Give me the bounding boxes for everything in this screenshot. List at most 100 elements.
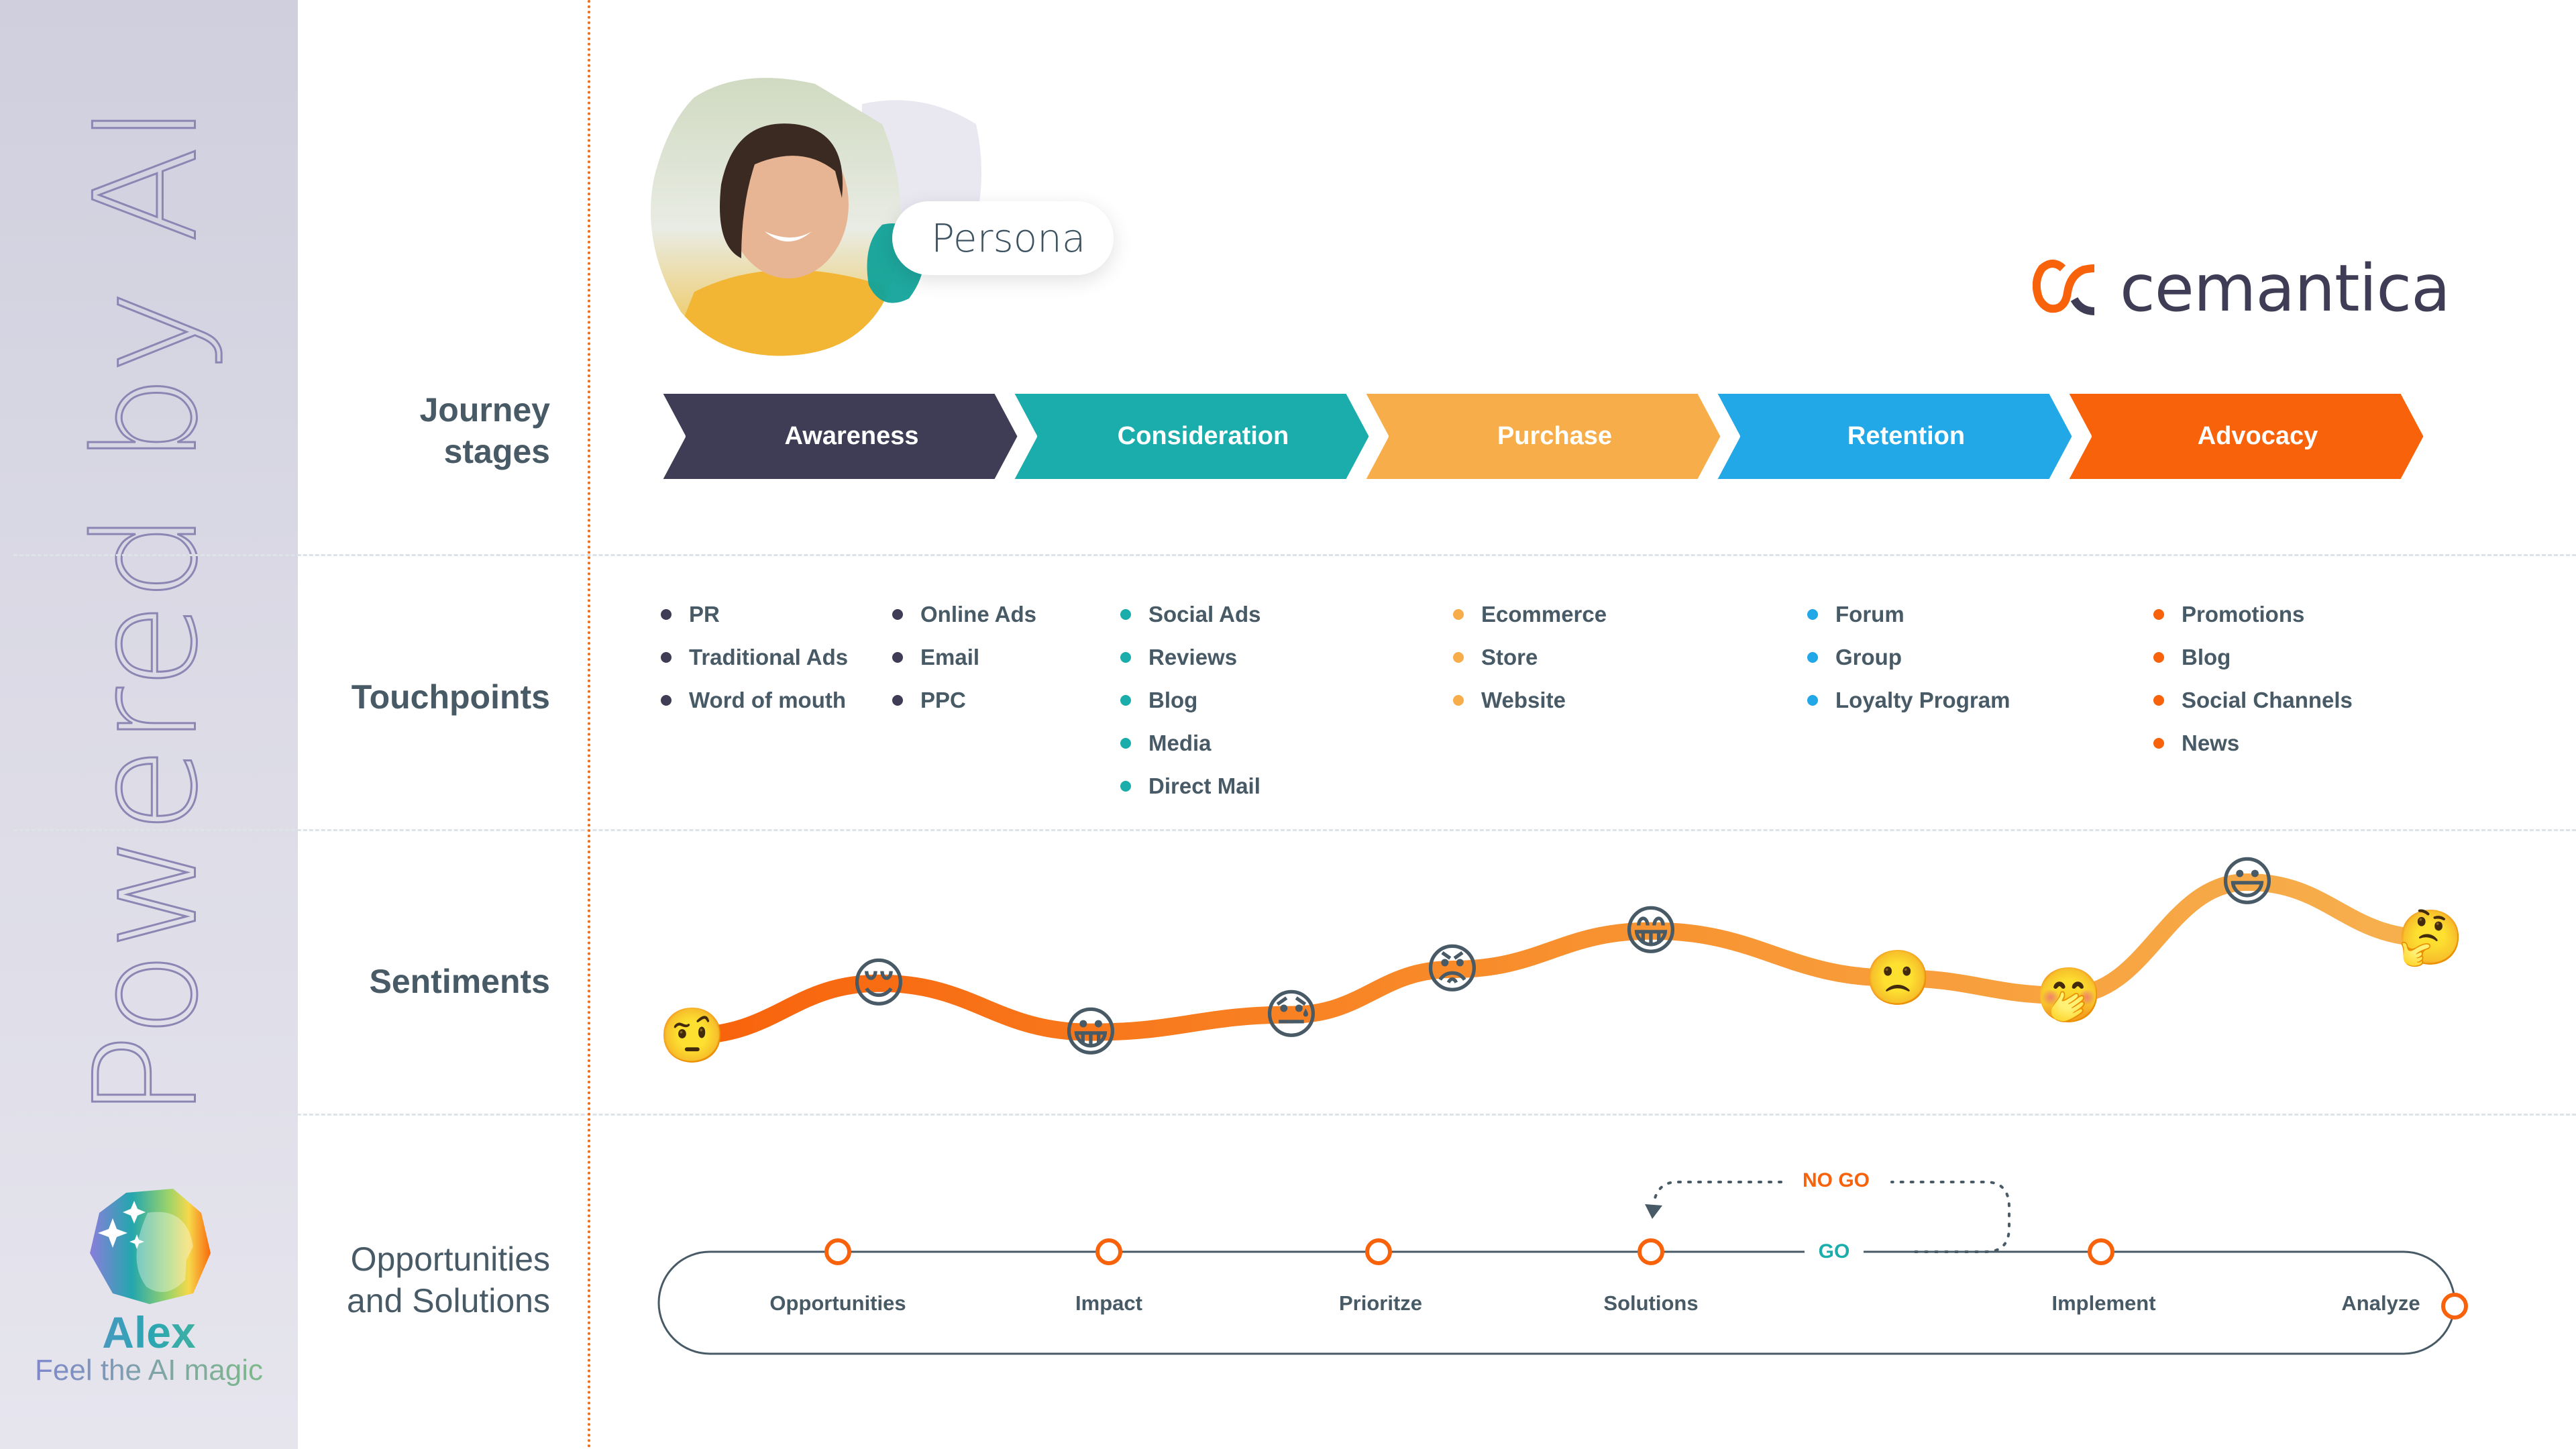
emoji-relieved-icon[interactable]: 😌	[847, 952, 910, 1015]
touchpoint-label: Media	[1148, 731, 1212, 755]
emoji-raised-eyebrow-icon[interactable]: 🤨	[659, 1004, 726, 1067]
sentiment-line	[682, 873, 2437, 1044]
stage-label-consideration[interactable]: Consideration	[1022, 391, 1384, 482]
bullet-dot-icon	[892, 609, 903, 620]
touchpoint-label: Online Ads	[920, 602, 1036, 627]
stage-label-retention[interactable]: Retention	[1725, 391, 2087, 482]
touchpoint-label: Group	[1835, 645, 1902, 669]
stage-label-awareness[interactable]: Awareness	[671, 391, 1032, 482]
step-node-opportunities[interactable]	[824, 1238, 851, 1265]
touchpoint-item[interactable]: Blog	[1120, 679, 1261, 722]
powered-by-ai-text: Powered by AI	[63, 101, 229, 1120]
step-label-opportunities: Opportunities	[769, 1291, 906, 1315]
customer-journey-map: Powered by AI Alex Feel the AI magic Jou…	[0, 0, 2576, 1449]
bullet-dot-icon	[661, 652, 672, 663]
touchpoint-label: Social Ads	[1148, 602, 1261, 627]
touchpoint-label: Website	[1481, 688, 1566, 712]
bullet-dot-icon	[1807, 652, 1818, 663]
touchpoint-item[interactable]: Forum	[1807, 593, 2010, 636]
touchpoint-item[interactable]: Promotions	[2153, 593, 2353, 636]
emoji-downcast-sweat-icon[interactable]: 😓	[1260, 983, 1323, 1046]
bullet-dot-icon	[1453, 609, 1464, 620]
touchpoint-label: PPC	[920, 688, 966, 712]
touchpoint-item[interactable]: Blog	[2153, 636, 2353, 679]
touchpoint-item[interactable]: Traditional Ads	[661, 636, 848, 679]
touchpoint-item[interactable]: Social Channels	[2153, 679, 2353, 722]
persona-label[interactable]: Persona	[892, 201, 1114, 275]
touchpoint-item[interactable]: Reviews	[1120, 636, 1261, 679]
touchpoint-label: Word of mouth	[689, 688, 846, 712]
touchpoint-label: Traditional Ads	[689, 645, 849, 669]
touchpoint-item[interactable]: Loyalty Program	[1807, 679, 2010, 722]
stage-label-purchase[interactable]: Purchase	[1374, 391, 1735, 482]
row-label-line: stages	[443, 433, 550, 470]
touchpoint-item[interactable]: Media	[1120, 722, 1261, 765]
brand-logo[interactable]: cemantica	[2033, 251, 2451, 326]
touchpoint-item[interactable]: Word of mouth	[661, 679, 848, 722]
touchpoint-item[interactable]: News	[2153, 722, 2353, 765]
column-divider	[588, 0, 590, 1449]
touchpoint-label: Ecommerce	[1481, 602, 1607, 627]
step-label-impact: Impact	[1075, 1291, 1142, 1315]
emoji-grinning-big-eyes-icon[interactable]: 😃	[2216, 851, 2279, 914]
step-node-prioritze[interactable]	[1365, 1238, 1392, 1265]
bullet-dot-icon	[1120, 609, 1131, 620]
brand-name: cemantica	[2120, 251, 2451, 326]
bullet-dot-icon	[1807, 695, 1818, 706]
bullet-dot-icon	[1120, 652, 1131, 663]
touchpoint-column: Ecommerce Store Website	[1453, 593, 1607, 722]
row-label-line: and Solutions	[346, 1282, 550, 1320]
bullet-dot-icon	[1120, 695, 1131, 706]
opportunities-track-line	[657, 1250, 2456, 1355]
bullet-dot-icon	[1120, 738, 1131, 749]
touchpoint-column: Forum Group Loyalty Program	[1807, 593, 2010, 722]
bullet-dot-icon	[1807, 609, 1818, 620]
emoji-beaming-icon[interactable]: 😁	[1619, 900, 1682, 963]
step-node-implement[interactable]	[2088, 1238, 2114, 1265]
emoji-frowning-icon[interactable]: 🙁	[1864, 947, 1931, 1010]
bullet-dot-icon	[892, 652, 903, 663]
emoji-angry-icon[interactable]: 😡	[1421, 938, 1484, 1001]
touchpoint-label: Promotions	[2182, 602, 2305, 627]
step-label-analyze: Analyze	[2341, 1291, 2420, 1315]
touchpoint-label: Blog	[2182, 645, 2231, 669]
assistant-tagline: Feel the AI magic	[0, 1354, 298, 1387]
row-label-journey-stages: Journey stages	[419, 389, 550, 472]
emoji-thinking-icon[interactable]: 🤔	[2397, 906, 2464, 969]
touchpoint-item[interactable]: PR	[661, 593, 848, 636]
touchpoint-item[interactable]: Social Ads	[1120, 593, 1261, 636]
step-node-impact[interactable]	[1095, 1238, 1122, 1265]
row-divider	[13, 1114, 2576, 1116]
arrowhead-icon	[1645, 1204, 1662, 1219]
touchpoint-item[interactable]: Ecommerce	[1453, 593, 1607, 636]
go-label: GO	[1818, 1240, 1850, 1263]
emoji-grinning-icon[interactable]: 😀	[1059, 1001, 1122, 1064]
stage-label-advocacy[interactable]: Advocacy	[2077, 391, 2438, 482]
touchpoint-item[interactable]: Store	[1453, 636, 1607, 679]
touchpoint-label: Forum	[1835, 602, 1904, 627]
touchpoint-item[interactable]: PPC	[892, 679, 1036, 722]
touchpoint-item[interactable]: Email	[892, 636, 1036, 679]
touchpoint-item[interactable]: Online Ads	[892, 593, 1036, 636]
row-label-touchpoints: Touchpoints	[351, 678, 550, 716]
step-node-analyze[interactable]	[2441, 1293, 2468, 1320]
step-label-solutions: Solutions	[1603, 1291, 1699, 1315]
row-label-line: Journey	[419, 391, 550, 429]
step-node-solutions[interactable]	[1638, 1238, 1664, 1265]
bullet-dot-icon	[1120, 781, 1131, 792]
touchpoint-label: Email	[920, 645, 980, 669]
touchpoint-label: Loyalty Program	[1835, 688, 2010, 712]
step-label-implement: Implement	[2051, 1291, 2156, 1315]
touchpoint-item[interactable]: Website	[1453, 679, 1607, 722]
bullet-dot-icon	[1453, 695, 1464, 706]
touchpoint-item[interactable]: Group	[1807, 636, 2010, 679]
touchpoint-column: Promotions Blog Social Channels News	[2153, 593, 2353, 765]
ai-head-sparkles-icon[interactable]	[86, 1186, 213, 1307]
touchpoint-label: Social Channels	[2182, 688, 2353, 712]
touchpoint-label: Blog	[1148, 688, 1198, 712]
assistant-name: Alex	[0, 1307, 298, 1358]
row-label-line: Opportunities	[350, 1240, 550, 1278]
emoji-hand-over-mouth-icon[interactable]: 🤭	[2035, 964, 2102, 1027]
touchpoint-column: Online Ads Email PPC	[892, 593, 1036, 722]
touchpoint-item[interactable]: Direct Mail	[1120, 765, 1261, 808]
